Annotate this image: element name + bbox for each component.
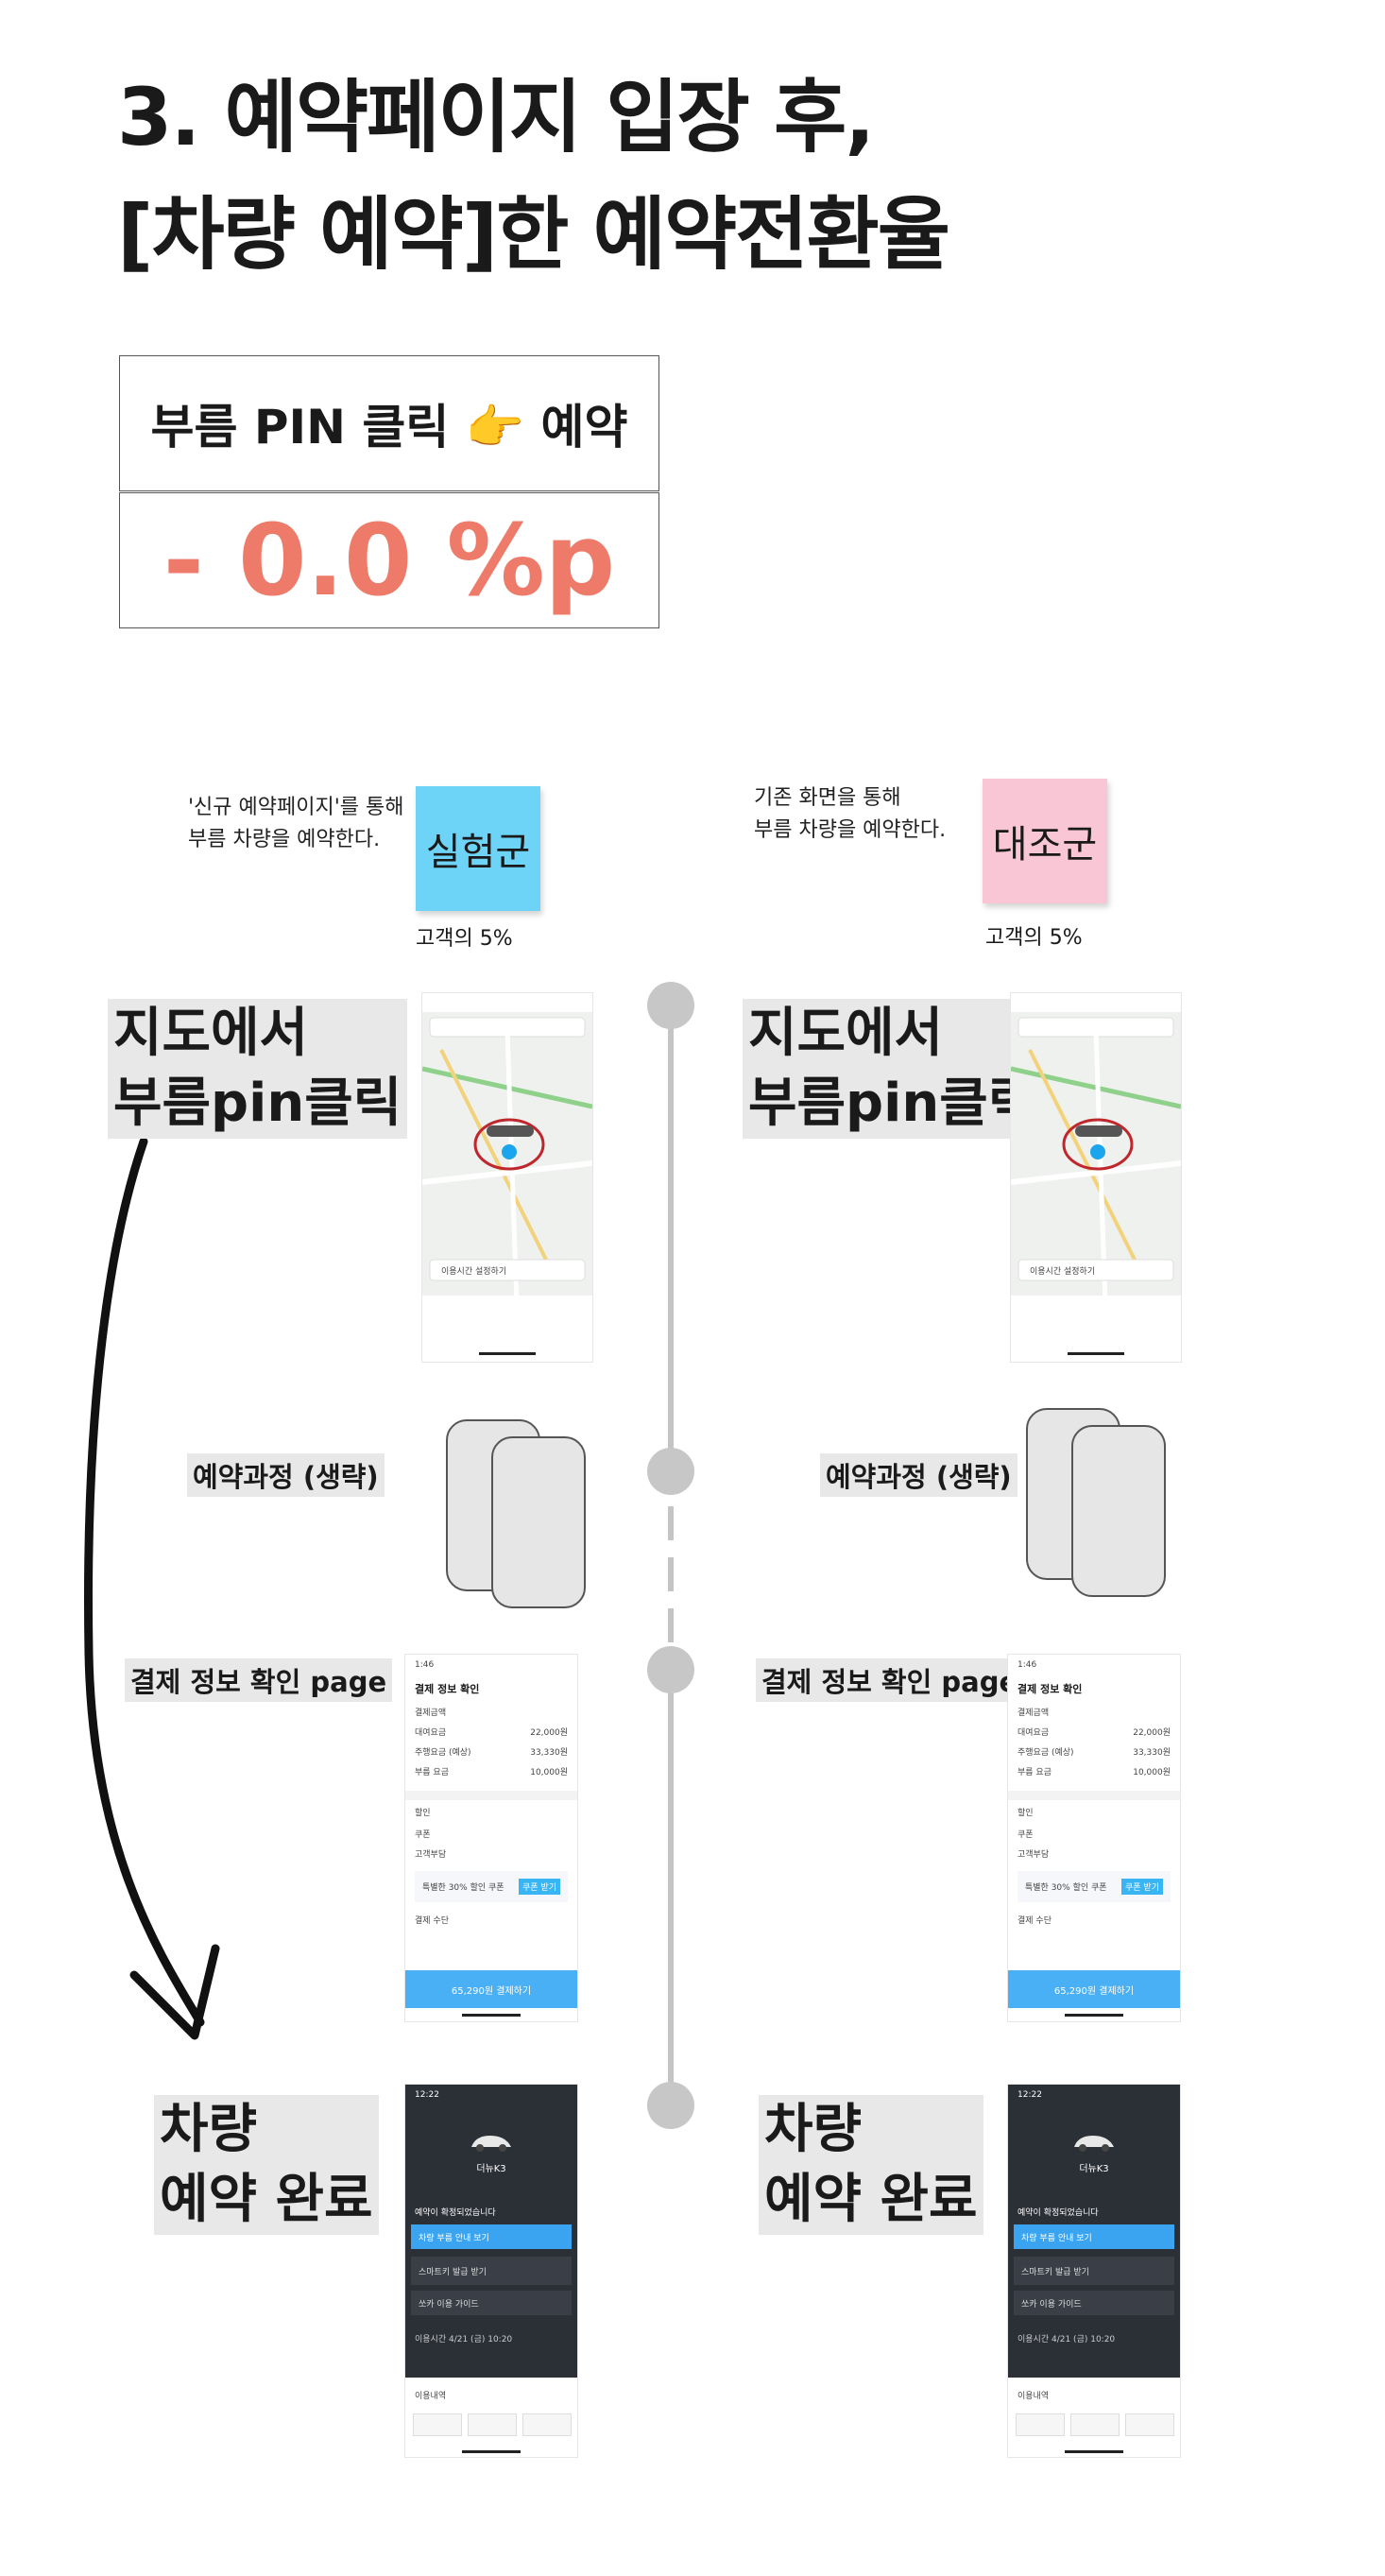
timeline-node-3 xyxy=(647,1646,694,1693)
map-screen-right: 이용시간 설정하기 xyxy=(1010,992,1182,1363)
payment-time: 1:46 xyxy=(1017,1660,1037,1670)
payment-row-3: 부름 요금 10,000원 xyxy=(1017,1768,1171,1777)
complete-time: 12:22 xyxy=(415,2090,439,2100)
step-map-pin-line-1: 지도에서 xyxy=(748,1003,944,1064)
payment-row-1: 대여요금 22,000원 xyxy=(415,1728,568,1738)
curved-down-arrow-icon xyxy=(83,1137,220,2040)
experiment-note-line-1: '신규 예약페이지'를 통해 xyxy=(188,796,404,819)
control-note: 기존 화면을 통해 부름 차량을 예약한다. xyxy=(754,782,946,847)
complete-button-2[interactable]: 스마트키 발급 받기 xyxy=(1014,2257,1174,2285)
step-complete-line-1: 차량 xyxy=(764,2099,863,2160)
step-map-pin-label-left: 지도에서 부름pin클릭 xyxy=(108,999,408,1139)
experiment-sticky-note: 실험군 xyxy=(416,786,540,911)
pay-button[interactable]: 65,290원 결제하기 xyxy=(405,1970,577,2008)
title-line-2: [차량 예약]한 예약전환율 xyxy=(117,188,950,281)
timeline-line-bottom xyxy=(668,1671,674,2105)
payment-section: 결제금액 xyxy=(1017,1709,1050,1718)
map-illustration xyxy=(422,993,592,1362)
complete-button-1[interactable]: 차량 부름 안내 보기 xyxy=(411,2224,572,2249)
payment-row-2: 주행요금 (예상) 33,330원 xyxy=(1017,1748,1171,1758)
payment-row-1: 대여요금 22,000원 xyxy=(1017,1728,1171,1738)
metric-value: - 0.0 %p xyxy=(119,492,659,628)
map-bottom-text: 이용시간 설정하기 xyxy=(441,1267,507,1277)
complete-button-1[interactable]: 차량 부름 안내 보기 xyxy=(1014,2224,1174,2249)
payment-discount: 할인 xyxy=(1017,1809,1034,1818)
experiment-ratio: 고객의 5% xyxy=(416,927,513,951)
payment-method: 결제 수단 xyxy=(1017,1916,1052,1926)
control-note-line-2: 부름 차량을 예약한다. xyxy=(754,818,947,842)
timeline-line-top xyxy=(668,1004,674,1457)
experiment-note-line-2: 부름 차량을 예약한다. xyxy=(188,828,381,851)
map-screen-left: 이용시간 설정하기 xyxy=(421,992,593,1363)
complete-time: 12:22 xyxy=(1017,2090,1042,2100)
step-map-pin-line-2: 부름pin클릭 xyxy=(748,1073,1037,1134)
payment-time: 1:46 xyxy=(415,1660,435,1670)
map-illustration xyxy=(1011,993,1181,1362)
step-complete-label-right: 차량 예약 완료 xyxy=(759,2095,983,2235)
control-ratio: 고객의 5% xyxy=(985,926,1083,950)
payment-coupon: 쿠폰 xyxy=(415,1830,431,1840)
step-payment-label-right: 결제 정보 확인 page xyxy=(756,1658,1024,1702)
step-map-pin-line-1: 지도에서 xyxy=(113,1003,309,1064)
complete-button-3[interactable]: 쏘카 이용 가이드 xyxy=(1014,2291,1174,2315)
complete-button-3[interactable]: 쏘카 이용 가이드 xyxy=(411,2291,572,2315)
pay-button[interactable]: 65,290원 결제하기 xyxy=(1008,1970,1180,2008)
payment-screen-left: 1:46 결제 정보 확인 결제금액 대여요금 22,000원 주행요금 (예상)… xyxy=(404,1654,578,2022)
payment-promo-button[interactable]: 쿠폰 받기 xyxy=(1121,1879,1163,1895)
complete-bottom: 이용내역 xyxy=(1017,2392,1050,2401)
timeline-node-4 xyxy=(647,2082,694,2129)
phone-placeholder-front-right xyxy=(1071,1425,1166,1597)
payment-coupon: 쿠폰 xyxy=(1017,1830,1034,1840)
payment-insurance: 고객부담 xyxy=(415,1850,447,1860)
complete-info: 이용시간 4/21 (금) 10:20 xyxy=(415,2335,513,2344)
timeline-node-2 xyxy=(647,1448,694,1495)
step-complete-line-2: 예약 완료 xyxy=(764,2169,978,2230)
step-complete-line-2: 예약 완료 xyxy=(160,2169,373,2230)
step-reservation-label-right: 예약과정 (생략) xyxy=(820,1453,1017,1497)
timeline-node-1 xyxy=(647,982,694,1029)
metric-label: 부름 PIN 클릭 👉 예약 xyxy=(119,355,659,491)
control-note-line-1: 기존 화면을 통해 xyxy=(754,786,901,810)
payment-screen-right: 1:46 결제 정보 확인 결제금액 대여요금 22,000원 주행요금 (예상)… xyxy=(1007,1654,1181,2022)
page-title: 3. 예약페이지 입장 후, [차량 예약]한 예약전환율 xyxy=(117,59,950,293)
payment-insurance: 고객부담 xyxy=(1017,1850,1050,1860)
payment-row-3: 부름 요금 10,000원 xyxy=(415,1768,568,1777)
payment-promo-card: 특별한 30% 할인 쿠폰 쿠폰 받기 xyxy=(1017,1871,1171,1902)
car-icon xyxy=(471,2136,511,2152)
payment-promo-button[interactable]: 쿠폰 받기 xyxy=(519,1879,560,1895)
complete-screen-left: 12:22 더뉴K3 예약이 확정되었습니다 차량 부름 안내 보기 스마트키 … xyxy=(404,2084,578,2458)
step-map-pin-line-2: 부름pin클릭 xyxy=(113,1073,402,1134)
experiment-note: '신규 예약페이지'를 통해 부름 차량을 예약한다. xyxy=(188,792,403,856)
step-payment-label-left: 결제 정보 확인 page xyxy=(125,1658,393,1702)
phone-placeholder-front-left xyxy=(491,1436,586,1608)
payment-section: 결제금액 xyxy=(415,1709,447,1718)
step-map-pin-label-right: 지도에서 부름pin클릭 xyxy=(743,999,1043,1139)
complete-car-name: 더뉴K3 xyxy=(1079,2164,1109,2174)
payment-method: 결제 수단 xyxy=(415,1916,449,1926)
payment-title: 결제 정보 확인 xyxy=(1017,1683,1083,1695)
complete-status: 예약이 확정되었습니다 xyxy=(415,2208,496,2218)
payment-promo-card: 특별한 30% 할인 쿠폰 쿠폰 받기 xyxy=(415,1871,568,1902)
map-bottom-text: 이용시간 설정하기 xyxy=(1030,1267,1096,1277)
complete-status: 예약이 확정되었습니다 xyxy=(1017,2208,1099,2218)
complete-car-name: 더뉴K3 xyxy=(476,2164,506,2174)
payment-title: 결제 정보 확인 xyxy=(415,1683,480,1695)
step-complete-line-1: 차량 xyxy=(160,2099,258,2160)
complete-button-2[interactable]: 스마트키 발급 받기 xyxy=(411,2257,572,2285)
payment-discount: 할인 xyxy=(415,1809,431,1818)
complete-info: 이용시간 4/21 (금) 10:20 xyxy=(1017,2335,1116,2344)
control-sticky-note: 대조군 xyxy=(983,779,1107,903)
payment-row-2: 주행요금 (예상) 33,330원 xyxy=(415,1748,568,1758)
complete-bottom: 이용내역 xyxy=(415,2392,447,2401)
car-icon xyxy=(1074,2136,1114,2152)
step-reservation-label-left: 예약과정 (생략) xyxy=(187,1453,385,1497)
title-line-1: 3. 예약페이지 입장 후, xyxy=(117,71,875,163)
complete-screen-right: 12:22 더뉴K3 예약이 확정되었습니다 차량 부름 안내 보기 스마트키 … xyxy=(1007,2084,1181,2458)
step-complete-label-left: 차량 예약 완료 xyxy=(154,2095,379,2235)
